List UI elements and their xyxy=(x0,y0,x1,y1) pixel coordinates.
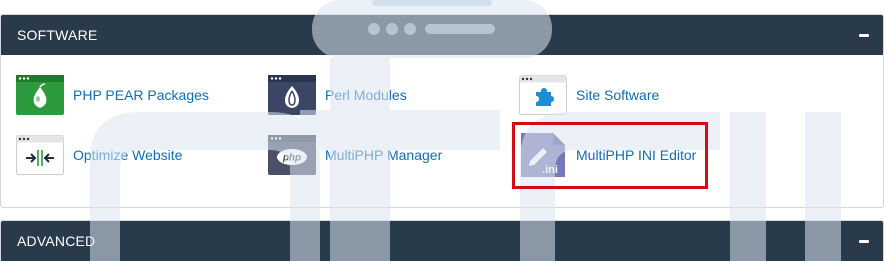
multiphp-ini-editor-link[interactable]: .ini MultiPHP INI Editor xyxy=(519,131,696,179)
collapse-minus-icon[interactable] xyxy=(859,239,869,243)
multiphp-manager-label: MultiPHP Manager xyxy=(325,147,443,163)
ini-editor-icon: .ini xyxy=(519,131,567,179)
php-pear-packages-label: PHP PEAR Packages xyxy=(73,87,209,103)
svg-text:.ini: .ini xyxy=(542,164,558,176)
multiphp-ini-editor-label: MultiPHP INI Editor xyxy=(576,147,697,163)
svg-text:php: php xyxy=(282,153,301,164)
php-pear-icon xyxy=(16,75,64,115)
perl-icon xyxy=(268,75,316,115)
cpanel-page: SOFTWARE PHP PEAR Packages Perl Modules … xyxy=(0,0,884,261)
puzzle-icon xyxy=(519,75,567,115)
collapse-minus-icon[interactable] xyxy=(859,33,869,37)
compress-icon xyxy=(16,135,64,175)
optimize-website-link[interactable]: Optimize Website xyxy=(16,135,182,175)
software-panel-header[interactable]: SOFTWARE xyxy=(1,15,883,55)
perl-modules-label: Perl Modules xyxy=(325,87,407,103)
multiphp-manager-link[interactable]: php MultiPHP Manager xyxy=(268,135,442,175)
optimize-website-label: Optimize Website xyxy=(73,147,183,163)
php-badge-icon: php xyxy=(268,135,316,175)
php-pear-packages-link[interactable]: PHP PEAR Packages xyxy=(16,75,209,115)
software-panel-title: SOFTWARE xyxy=(17,27,98,43)
site-software-link[interactable]: Site Software xyxy=(519,75,659,115)
perl-modules-link[interactable]: Perl Modules xyxy=(268,75,407,115)
advanced-panel: ADVANCED xyxy=(0,220,884,261)
site-software-label: Site Software xyxy=(576,87,660,103)
advanced-panel-title: ADVANCED xyxy=(17,233,96,249)
advanced-panel-header[interactable]: ADVANCED xyxy=(1,221,883,261)
